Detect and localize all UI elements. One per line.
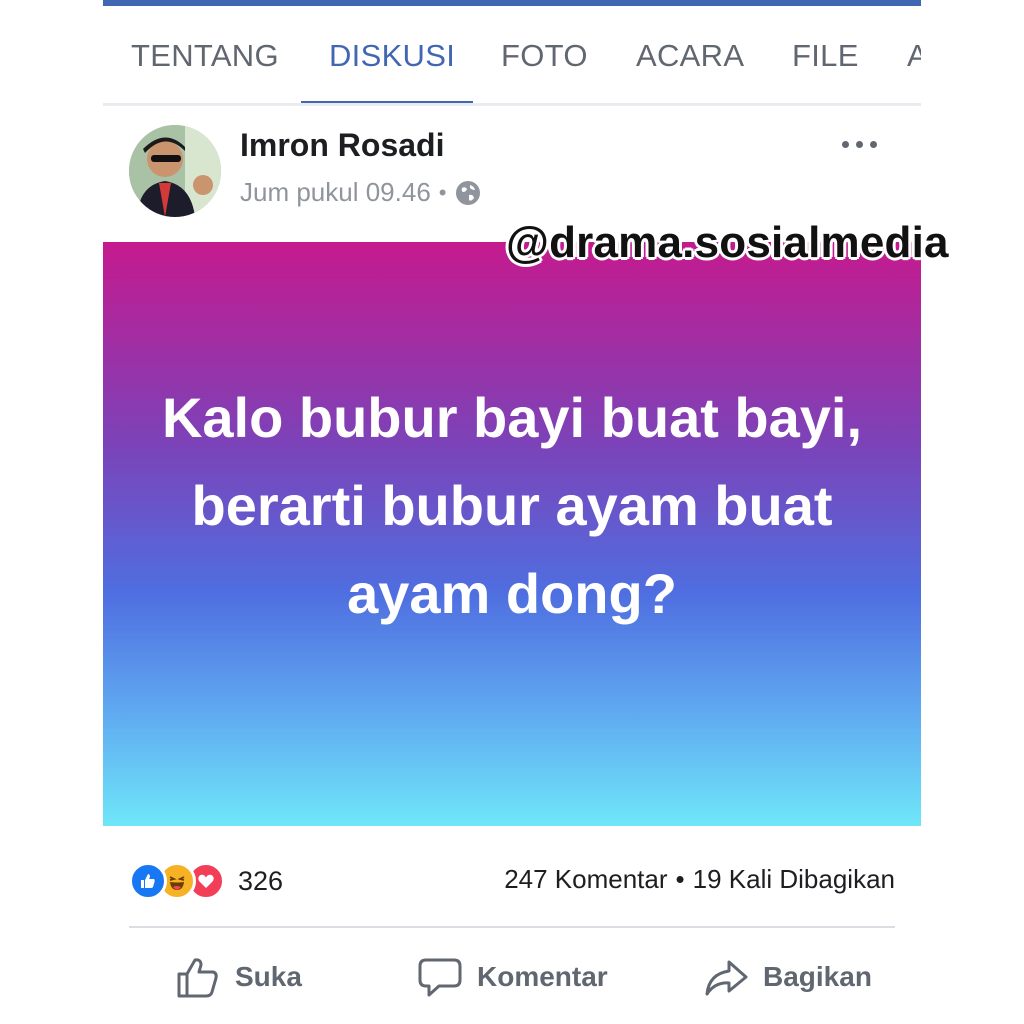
status-text: Kalo bubur bayi buat bayi, berarti bubur… [161, 386, 863, 625]
post-meta: Jum pukul 09.46 • [240, 177, 481, 208]
reactions-summary[interactable]: 326 [129, 862, 283, 900]
post-timestamp[interactable]: Jum pukul 09.46 [240, 177, 431, 208]
comment-label: Komentar [477, 961, 608, 992]
share-count[interactable]: 19 Kali Dibagikan [693, 864, 895, 895]
status-background: Kalo bubur bayi buat bayi, berarti bubur… [103, 242, 921, 826]
post-stats: 326 247 Komentar • 19 Kali Dibagikan [103, 826, 921, 928]
group-tabs: TENTANG DISKUSI FOTO ACARA FILE A [103, 6, 921, 106]
meta-separator: • [438, 179, 447, 205]
post-frame: TENTANG DISKUSI FOTO ACARA FILE A Imron … [103, 0, 921, 1024]
comment-icon [418, 958, 462, 997]
reaction-count: 326 [238, 865, 284, 896]
like-label: Suka [235, 961, 302, 992]
watermark-text: @drama.sosialmedia [506, 218, 949, 267]
like-icon [129, 862, 167, 900]
post-actions: Suka Komentar Bagikan [103, 928, 921, 1024]
avatar[interactable] [129, 125, 221, 217]
tab-diskusi[interactable]: DISKUSI [329, 38, 455, 74]
comments-shares: 247 Komentar • 19 Kali Dibagikan [504, 864, 895, 895]
like-button[interactable]: Suka [175, 954, 302, 1000]
active-tab-indicator [301, 101, 473, 103]
more-options-icon[interactable] [836, 135, 883, 154]
stats-separator: • [675, 864, 685, 894]
share-label: Bagikan [763, 961, 872, 992]
comment-count[interactable]: 247 Komentar [504, 864, 667, 895]
tab-file[interactable]: FILE [792, 38, 859, 74]
comment-button[interactable]: Komentar [417, 954, 608, 1000]
author-name[interactable]: Imron Rosadi [240, 127, 444, 164]
tab-tentang[interactable]: TENTANG [131, 38, 279, 74]
share-button[interactable]: Bagikan [703, 954, 872, 1000]
globe-icon [455, 180, 481, 206]
avatar-image [129, 125, 221, 217]
tab-acara[interactable]: ACARA [636, 38, 744, 74]
share-icon [705, 960, 748, 996]
tab-foto[interactable]: FOTO [501, 38, 588, 74]
tab-overflow[interactable]: A [907, 38, 921, 74]
thumbs-up-icon [177, 958, 218, 998]
